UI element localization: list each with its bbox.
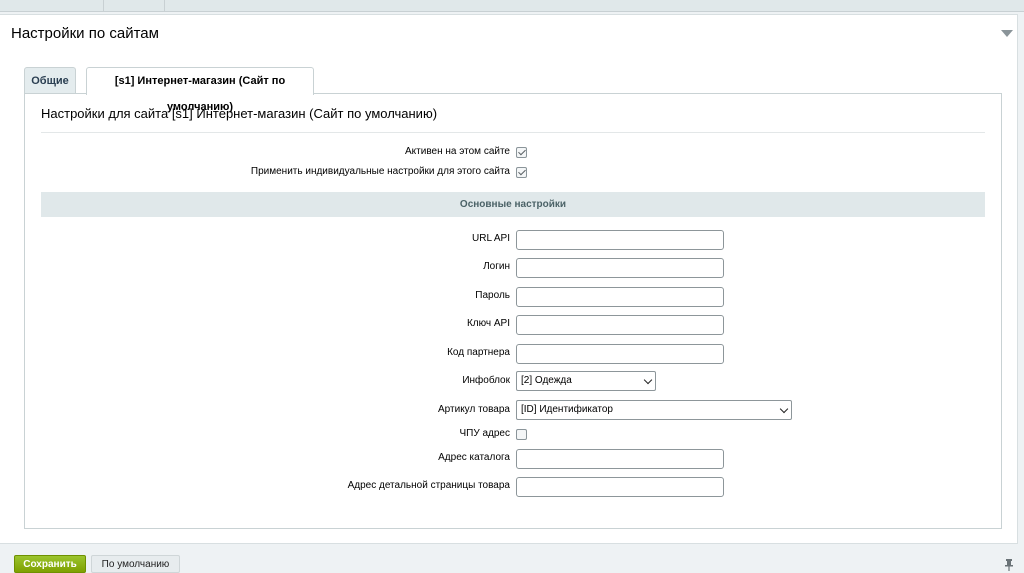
iblock-select[interactable]: [2] Одежда [516,371,656,391]
top-tab-fragment[interactable] [0,0,104,11]
iblock-row: Инфоблок [2] Одежда [25,371,1001,393]
iblock-select-value: [2] Одежда [521,375,572,386]
catalog-url-row: Адрес каталога [25,448,1001,470]
reset-default-button[interactable]: По умолчанию [91,555,180,573]
login-input[interactable] [516,257,724,278]
article-label: Артикул товара [438,404,510,415]
login-row: Логин [25,257,1001,279]
catalog-url-input[interactable] [516,448,724,469]
login-label: Логин [483,261,510,272]
individual-checkbox[interactable] [516,167,527,178]
article-select[interactable]: [ID] Идентификатор [516,400,792,420]
active-checkbox[interactable] [516,147,527,158]
tab-site-s1[interactable]: [s1] Интернет-магазин (Сайт по умолчанию… [86,67,314,113]
api-key-row: Ключ API [25,314,1001,336]
chevron-down-icon[interactable] [1001,30,1013,38]
api-key-input[interactable] [516,314,724,335]
individual-label: Применить индивидуальные настройки для э… [250,166,510,177]
top-tab-strip [0,0,1024,12]
password-row: Пароль [25,286,1001,308]
iblock-label: Инфоблок [462,375,510,386]
detail-url-input[interactable] [516,476,724,497]
sef-row: ЧПУ адрес [25,424,1001,446]
section-title: Настройки для сайта [s1] Интернет-магази… [41,106,438,121]
detail-url-row: Адрес детальной страницы товара [25,476,1001,498]
group-header: Основные настройки [41,192,985,217]
panel-title: Настройки по сайтам [11,25,159,42]
partner-code-label: Код партнера [447,347,510,358]
detail-url-label: Адрес детальной страницы товара [347,480,510,491]
partner-code-input[interactable] [516,343,724,364]
top-tab-fragment[interactable] [104,0,165,11]
article-row: Артикул товара [ID] Идентификатор [25,400,1001,422]
password-input[interactable] [516,286,724,307]
pin-icon[interactable] [1005,559,1013,571]
url-api-label: URL API [472,233,510,244]
individual-row: Применить индивидуальные настройки для э… [25,162,1001,184]
chevron-down-icon [779,404,789,414]
sef-checkbox[interactable] [516,429,527,440]
active-label: Активен на этом сайте [405,146,510,157]
url-api-input[interactable] [516,229,724,250]
tab-content: Настройки для сайта [s1] Интернет-магази… [24,93,1002,529]
divider [41,132,985,133]
chevron-down-icon [643,375,653,385]
tab-general[interactable]: Общие [24,67,76,94]
sef-label: ЧПУ адрес [459,428,510,439]
catalog-url-label: Адрес каталога [438,452,510,463]
url-api-row: URL API [25,229,1001,251]
api-key-label: Ключ API [466,318,510,329]
active-row: Активен на этом сайте [25,142,1001,164]
partner-code-row: Код партнера [25,343,1001,365]
password-label: Пароль [475,290,510,301]
article-select-value: [ID] Идентификатор [521,404,613,415]
save-button[interactable]: Сохранить [14,555,86,573]
